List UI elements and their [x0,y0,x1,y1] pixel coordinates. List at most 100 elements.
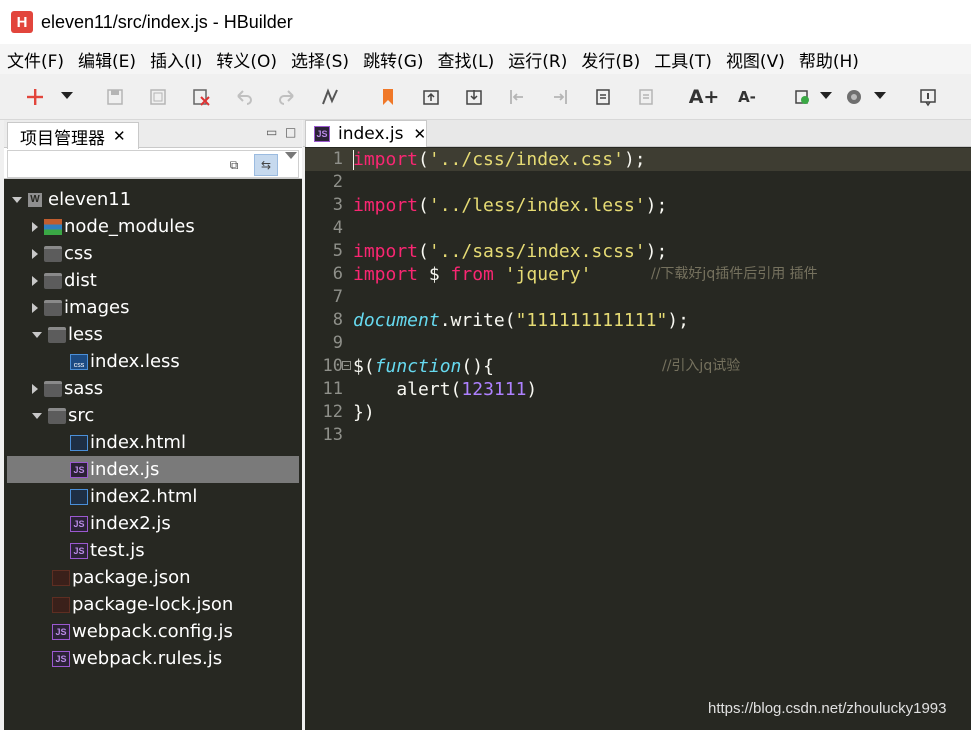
chevron-down-icon[interactable] [32,412,42,419]
tree-item-less[interactable]: less [7,321,299,348]
fold-toggle-icon[interactable] [342,361,351,370]
tree-item-webpack-config-js[interactable]: JS webpack.config.js [7,618,299,645]
close-file-icon[interactable] [190,86,212,108]
js-file-icon: JS [70,542,88,559]
code-line-5[interactable]: 5 import('../sass/index.scss'); [305,240,971,263]
copy-icon[interactable] [592,86,614,108]
chevron-right-icon[interactable] [32,302,38,313]
code-line-11[interactable]: 11 alert(123111) [305,378,971,401]
folder-icon [44,272,62,289]
menu-help[interactable]: 帮助(H) [799,47,859,72]
code-line-10[interactable]: 10 $(function(){ //引入jq试验 [305,355,971,378]
menu-run[interactable]: 运行(R) [508,47,567,72]
tree-item-eleven11[interactable]: W eleven11 [7,186,299,213]
menu-find[interactable]: 查找(L) [438,47,495,72]
collapse-all-icon[interactable]: ⧉ [222,154,246,176]
jump-start-icon[interactable] [506,86,528,108]
paste-icon[interactable] [635,86,657,108]
tree-item-css[interactable]: css [7,240,299,267]
link-editor-icon[interactable]: ⇆ [254,154,278,176]
code-line-7[interactable]: 7 [305,286,971,309]
browser-dropdown-caret[interactable] [874,92,886,99]
tab-index-js-label: index.js [338,124,404,144]
tree-item-index-html[interactable]: index.html [7,429,299,456]
menu-edit[interactable]: 编辑(E) [78,47,136,72]
save-icon[interactable] [104,86,126,108]
tab-index-js[interactable]: JS index.js ✕ [305,120,427,147]
menu-bar: 文件(F) 编辑(E) 插入(I) 转义(O) 选择(S) 跳转(G) 查找(L… [0,44,971,74]
tree-item-package-lock-json[interactable]: package-lock.json [7,591,299,618]
new-dropdown-caret[interactable] [61,92,73,99]
maximize-icon[interactable]: □ [285,125,296,139]
chevron-down-icon[interactable] [32,331,42,338]
line-number: 8 [332,310,343,330]
close-icon[interactable]: ✕ [414,125,427,143]
menu-goto[interactable]: 跳转(G) [363,47,423,72]
tree-item-label: index2.js [90,513,171,534]
close-icon[interactable]: ✕ [113,127,126,145]
code-line-3[interactable]: 3 import('../less/index.less'); [305,194,971,217]
run-dropdown-caret[interactable] [820,92,832,99]
menu-tools[interactable]: 工具(T) [654,47,712,72]
save-all-icon[interactable] [147,86,169,108]
goto-icon[interactable] [420,86,442,108]
code-line-12[interactable]: 12 }) [305,401,971,424]
code-editor[interactable]: 1 import('../css/index.css'); 2 3 import… [305,147,971,730]
line-number: 3 [332,195,343,215]
tree-item-dist[interactable]: dist [7,267,299,294]
font-increase-icon[interactable]: A+ [689,86,720,108]
font-decrease-icon[interactable]: A- [736,86,758,108]
minimize-icon[interactable]: ▭ [266,125,277,139]
line-number: 5 [332,241,343,261]
menu-select[interactable]: 选择(S) [291,47,349,72]
tab-project-manager[interactable]: 项目管理器 ✕ [7,122,139,149]
help-icon[interactable] [917,86,939,108]
menu-escape[interactable]: 转义(O) [216,47,277,72]
run-icon[interactable] [791,86,813,108]
undo-icon[interactable] [233,86,255,108]
code-line-8[interactable]: 8 document.write("111111111111"); [305,309,971,332]
menu-file[interactable]: 文件(F) [7,47,64,72]
chevron-down-icon[interactable] [12,196,22,203]
code-line-2[interactable]: 2 [305,171,971,194]
project-icon: W [28,192,42,207]
js-file-icon: JS [70,515,88,532]
project-manager-panel: 项目管理器 ✕ ▭ □ ⧉ ⇆ W eleven11 node_modules … [4,120,302,730]
code-line-13[interactable]: 13 [305,424,971,447]
tree-item-node-modules[interactable]: node_modules [7,213,299,240]
tree-item-webpack-rules-js[interactable]: JS webpack.rules.js [7,645,299,672]
tree-item-images[interactable]: images [7,294,299,321]
tree-item-index2-html[interactable]: index2.html [7,483,299,510]
tree-item-index2-js[interactable]: JS index2.js [7,510,299,537]
code-line-4[interactable]: 4 [305,217,971,240]
chevron-right-icon[interactable] [32,383,38,394]
code-line-6[interactable]: 6 import $ from 'jquery' //下载好jq插件后引用 插件 [305,263,971,286]
jump-end-icon[interactable] [549,86,571,108]
menu-insert[interactable]: 插入(I) [150,47,202,72]
menu-publish[interactable]: 发行(B) [581,47,640,72]
line-number: 4 [332,218,343,238]
tree-item-index-less[interactable]: css index.less [7,348,299,375]
download-icon[interactable] [463,86,485,108]
browser-icon[interactable] [843,86,865,108]
view-menu-caret[interactable] [285,152,297,159]
tree-item-index-js[interactable]: JS index.js [7,456,299,483]
chevron-right-icon[interactable] [32,275,38,286]
new-file-icon[interactable] [24,86,46,108]
tree-item-test-js[interactable]: JS test.js [7,537,299,564]
line-number: 12 [322,402,343,422]
chevron-right-icon[interactable] [32,221,38,232]
code-line-1[interactable]: 1 import('../css/index.css'); [305,148,971,171]
bookmark-icon[interactable] [377,86,399,108]
redo-icon[interactable] [276,86,298,108]
tree-item-label: index.less [90,351,180,372]
format-icon[interactable] [319,86,341,108]
tree-item-src[interactable]: src [7,402,299,429]
code-line-9[interactable]: 9 [305,332,971,355]
tree-item-package-json[interactable]: package.json [7,564,299,591]
tree-item-sass[interactable]: sass [7,375,299,402]
menu-view[interactable]: 视图(V) [726,47,785,72]
html-file-icon [70,434,88,451]
chevron-right-icon[interactable] [32,248,38,259]
watermark: https://blog.csdn.net/zhoulucky1993 [708,700,947,717]
